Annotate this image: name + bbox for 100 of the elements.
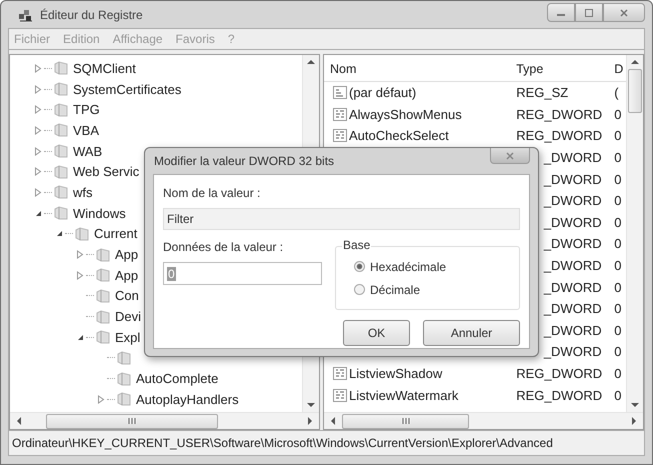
value-type: REG_DWORD [515, 106, 604, 122]
radio-label[interactable]: Hexadécimale [370, 260, 446, 274]
tree-item[interactable]: AutoComplete [136, 371, 218, 386]
tree-item[interactable]: Web Servic [73, 164, 140, 180]
tree-item[interactable]: Devi [115, 309, 142, 324]
value-name[interactable]: ListviewWatermark [349, 388, 458, 403]
scroll-right-icon [307, 417, 313, 425]
value-name[interactable]: AutoCheckSelect [349, 128, 449, 144]
tree-item[interactable]: Expl [115, 330, 140, 345]
tree-item[interactable]: TPG [73, 102, 100, 118]
expand-icon[interactable] [34, 84, 42, 94]
scroll-thumb[interactable] [46, 414, 218, 428]
scroll-thumb[interactable] [342, 414, 469, 428]
tree-item[interactable]: Windows [73, 206, 126, 221]
folder-icon [75, 226, 89, 241]
radio-button[interactable] [354, 284, 365, 295]
value-data: 0 [613, 214, 623, 230]
radio-button[interactable] [354, 261, 365, 272]
minimize-button[interactable] [547, 3, 575, 22]
value-data: 0 [613, 301, 623, 316]
vertical-scrollbar[interactable] [626, 55, 643, 412]
dialog-title: Modifier la valeur DWORD 32 bits [153, 154, 334, 168]
column-header[interactable]: Type [510, 62, 608, 76]
value-name-field[interactable]: Filter [163, 208, 520, 230]
ok-button[interactable]: OK [343, 320, 410, 346]
close-button[interactable] [490, 148, 530, 164]
folder-icon [117, 392, 131, 406]
tree-item[interactable]: VBA [73, 122, 100, 138]
tree-item[interactable]: App [115, 268, 138, 283]
value-data: 0 [613, 193, 623, 208]
horizontal-scrollbar[interactable] [324, 412, 643, 429]
expand-icon[interactable] [34, 126, 42, 135]
tree-item[interactable]: Current [94, 226, 138, 242]
scroll-thumb[interactable] [628, 69, 642, 113]
value-data: 0 [613, 258, 623, 274]
folder-icon [96, 288, 110, 303]
value-data: 0 [613, 388, 622, 403]
column-header[interactable]: D [608, 62, 626, 76]
collapse-icon[interactable] [34, 208, 42, 218]
expand-icon[interactable] [34, 167, 42, 176]
value-data: 0 [613, 344, 623, 360]
tree-item[interactable]: wfs [73, 184, 92, 200]
expand-icon[interactable] [34, 64, 42, 73]
binary-value-icon [333, 108, 347, 121]
status-bar: Ordinateur\HKEY_CURRENT_USER\Software\Microsoft\Windows\CurrentVersion\Explorer\Advanced [8, 431, 645, 456]
folder-icon [54, 206, 68, 220]
value-type: REG_DWORD [515, 366, 604, 382]
radio-label[interactable]: Décimale [370, 282, 420, 296]
value-type: _DWORD [542, 258, 603, 274]
tree-item[interactable]: SystemCertificates [73, 82, 182, 97]
maximize-icon [584, 8, 594, 16]
value-type: _DWORD [542, 236, 603, 252]
value-data: 0 [613, 106, 622, 122]
collapse-icon[interactable] [55, 229, 63, 238]
folder-icon [96, 268, 110, 282]
scroll-up-icon [307, 59, 315, 65]
folder-icon [54, 102, 68, 117]
expand-icon[interactable] [76, 250, 84, 260]
collapse-icon[interactable] [76, 332, 84, 342]
tree-item[interactable]: SQMClient [73, 60, 136, 76]
tree-item[interactable]: AutoplayHandlers [136, 392, 239, 407]
value-data: 0 [613, 150, 623, 166]
folder-icon [117, 350, 131, 365]
value-type: REG_DWORD [515, 128, 604, 144]
close-icon [619, 8, 629, 16]
value-data: ( [613, 85, 620, 100]
column-header[interactable]: Nom [324, 62, 510, 76]
scroll-down-icon [307, 402, 315, 408]
value-name[interactable]: (par défaut) [349, 85, 416, 100]
cubes-icon [18, 8, 34, 22]
horizontal-scrollbar[interactable] [10, 412, 319, 429]
tree-item[interactable]: WAB [73, 144, 102, 159]
tree-item[interactable]: App [115, 247, 138, 262]
expand-icon[interactable] [34, 188, 42, 197]
folder-icon [96, 330, 110, 344]
value-type: _DWORD [542, 150, 603, 166]
value-data: 0 [613, 280, 623, 295]
expand-icon[interactable] [76, 270, 84, 280]
scroll-left-icon [330, 417, 336, 425]
value-name[interactable]: ListviewShadow [349, 366, 442, 382]
value-type: _DWORD [542, 344, 603, 360]
value-type: _DWORD [542, 193, 603, 208]
cancel-button[interactable]: Annuler [423, 320, 520, 346]
folder-icon [96, 248, 110, 262]
expand-icon[interactable] [97, 394, 105, 404]
expand-icon[interactable] [34, 146, 42, 156]
tree-item[interactable]: Con [115, 288, 139, 304]
string-value-icon [333, 86, 347, 100]
expand-icon[interactable] [34, 105, 42, 114]
window-title: Éditeur du Registre [40, 8, 143, 22]
binary-value-icon [333, 367, 347, 380]
value-name[interactable]: AlwaysShowMenus [349, 106, 462, 122]
maximize-button[interactable] [575, 3, 603, 22]
close-button[interactable] [603, 3, 645, 22]
folder-icon [96, 310, 110, 324]
field-label: Nom de la valeur : [163, 186, 262, 202]
value-type: REG_DWORD [515, 388, 604, 403]
scroll-right-icon [631, 417, 637, 425]
value-type: _DWORD [542, 301, 603, 316]
grip-icon [400, 418, 410, 424]
